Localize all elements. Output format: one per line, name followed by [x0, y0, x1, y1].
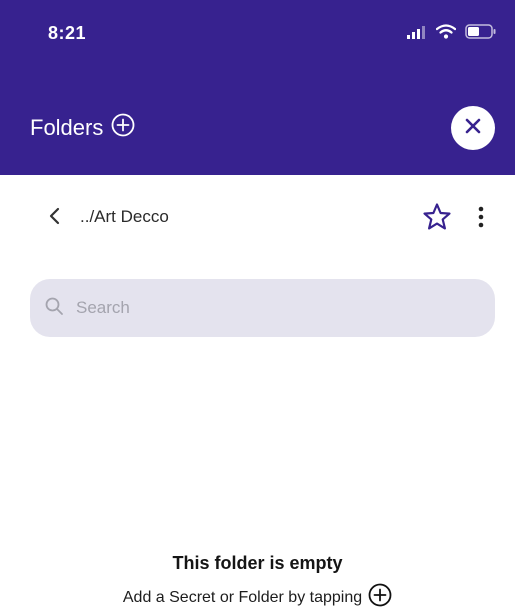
search-icon: [44, 296, 64, 321]
header-title-group: Folders: [30, 113, 135, 142]
empty-state-hint: Add a Secret or Folder by tapping: [0, 583, 515, 612]
more-vertical-icon: [478, 206, 484, 233]
search-bar[interactable]: [30, 279, 495, 337]
more-options-button[interactable]: [469, 203, 493, 235]
add-folder-button[interactable]: [111, 113, 135, 142]
signal-icon: [407, 25, 427, 44]
search-input[interactable]: [76, 298, 456, 318]
favorite-button[interactable]: [421, 202, 453, 237]
empty-state-add-button[interactable]: [368, 583, 392, 612]
page-title: Folders: [30, 114, 104, 140]
folder-path: ../Art Decco: [80, 207, 169, 226]
back-button[interactable]: [42, 206, 66, 230]
screen: 8:21 Folders ../Art Decco Search This fo…: [0, 0, 515, 616]
breadcrumb: ../Art Decco: [0, 196, 515, 240]
wifi-icon: [435, 24, 457, 44]
plus-circle-icon: [111, 113, 135, 142]
status-time: 8:21: [48, 23, 87, 43]
chevron-left-icon: [47, 206, 61, 231]
close-icon: [464, 117, 482, 140]
plus-circle-icon: [368, 583, 392, 612]
status-icons: [407, 24, 497, 44]
empty-state-title: This folder is empty: [172, 553, 343, 573]
star-outline-icon: [422, 202, 452, 237]
close-button[interactable]: [451, 106, 495, 150]
app-header: 8:21 Folders: [0, 0, 515, 175]
battery-icon: [465, 24, 497, 44]
empty-state-subtitle: Add a Secret or Folder by tapping: [122, 588, 363, 606]
